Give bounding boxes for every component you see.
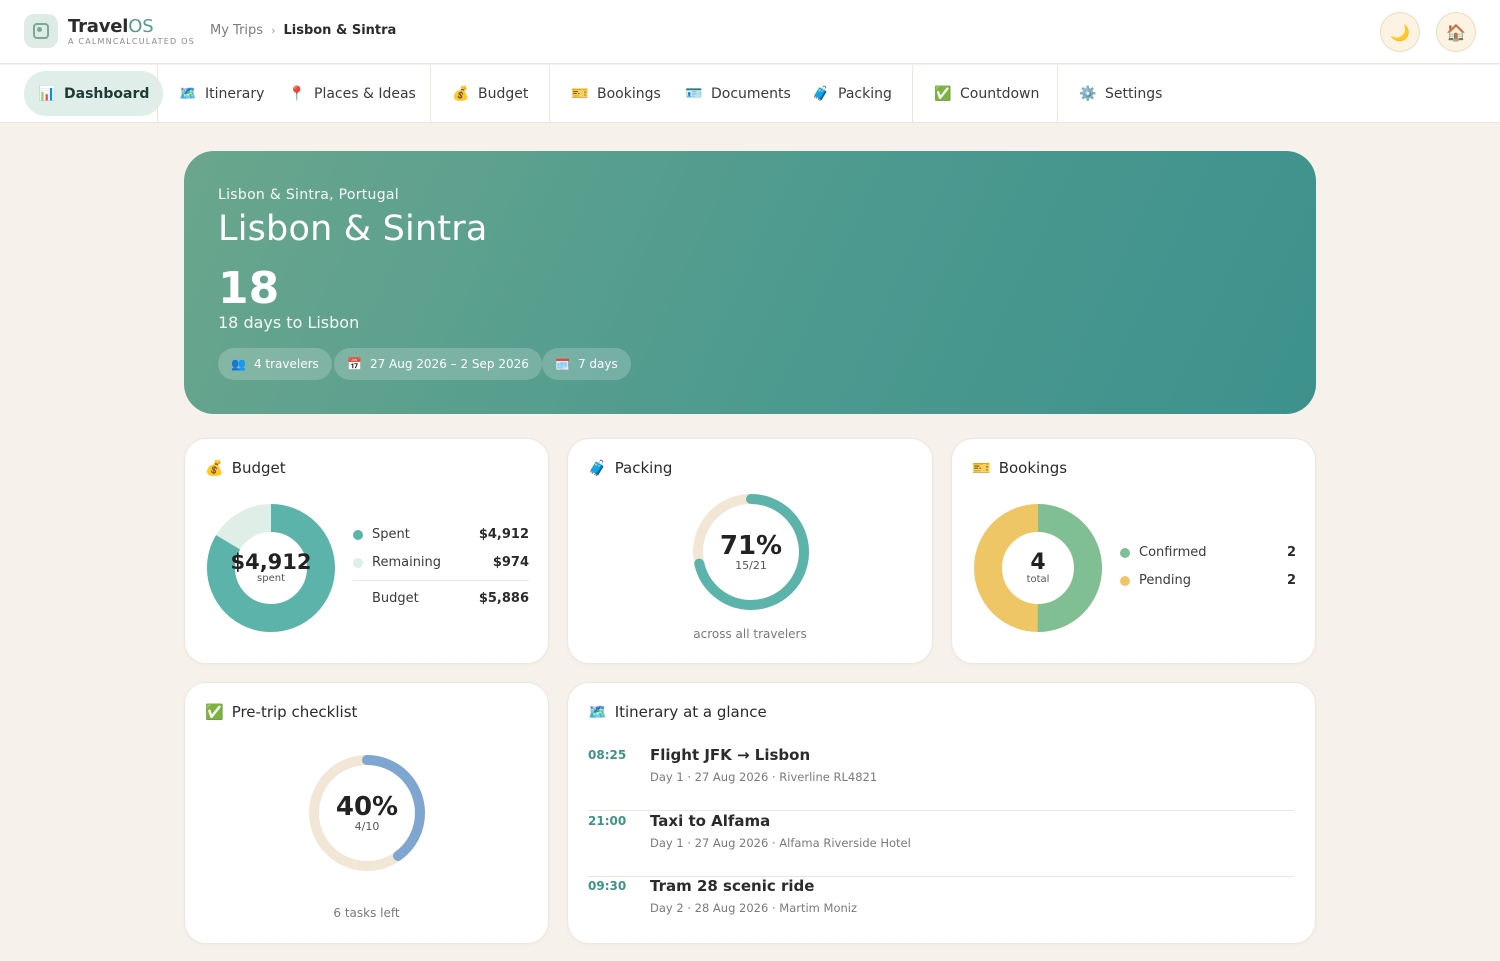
legend-dot xyxy=(1120,575,1130,586)
packing-card[interactable]: 🧳 Packing 71% 15/21 across all travelers xyxy=(567,438,933,664)
itinerary-meta: Day 2 · 28 Aug 2026 · Martim Moniz xyxy=(650,901,858,915)
tab-countdown[interactable]: ✅ Countdown xyxy=(934,71,1039,116)
travelers-pill: 👥 4 travelers xyxy=(218,348,332,380)
tab-budget[interactable]: 💰 Budget xyxy=(452,71,528,116)
tab-places-ideas[interactable]: 📍 Places & Ideas xyxy=(288,71,416,116)
breadcrumb-current: Lisbon & Sintra xyxy=(283,23,397,38)
packing-caption: across all travelers xyxy=(693,627,807,641)
bookings-card[interactable]: 🎫 Bookings 4 total Confirmed 2 Pending 2 xyxy=(951,438,1316,664)
checklist-card[interactable]: ✅ Pre-trip checklist 40% 4/10 6 tasks le… xyxy=(184,682,549,944)
card-title: Packing xyxy=(614,459,673,477)
tab-documents[interactable]: 🪪 Documents xyxy=(685,71,791,116)
legend-confirmed: Confirmed 2 xyxy=(1120,545,1296,560)
map-icon: 🗺️ xyxy=(179,85,197,102)
card-title: Pre-trip checklist xyxy=(231,703,358,721)
itinerary-time: 21:00 xyxy=(588,814,627,828)
itinerary-title: Tram 28 scenic ride xyxy=(650,877,815,895)
countdown-number: 18 xyxy=(218,263,280,314)
id-card-icon: 🪪 xyxy=(685,85,703,102)
map-icon: 🗺️ xyxy=(588,703,607,721)
check-box-icon: ✅ xyxy=(205,703,224,721)
moon-icon[interactable]: 🌙 xyxy=(1380,12,1420,52)
checklist-percent: 40% xyxy=(335,791,399,822)
budget-card[interactable]: 💰 Budget $4,912 spent Spent $4,912 Remai… xyxy=(184,438,549,664)
legend-pending: Pending 2 xyxy=(1120,573,1296,588)
itinerary-meta: Day 1 · 27 Aug 2026 · Alfama Riverside H… xyxy=(650,836,911,850)
legend-spent: Spent $4,912 xyxy=(353,527,529,542)
itinerary-title: Flight JFK → Lisbon xyxy=(650,746,811,764)
money-bag-icon: 💰 xyxy=(452,85,470,102)
itinerary-title: Taxi to Alfama xyxy=(650,812,771,830)
list-item[interactable]: 21:00 Taxi to Alfama Day 1 · 27 Aug 2026… xyxy=(588,812,1294,877)
trip-hero-banner: Lisbon & Sintra, Portugal Lisbon & Sintr… xyxy=(184,151,1316,414)
legend-dot xyxy=(1120,547,1130,558)
calendar-icon: 📅 xyxy=(347,357,362,371)
list-item[interactable]: 08:25 Flight JFK → Lisbon Day 1 · 27 Aug… xyxy=(588,746,1294,811)
app-header: TravelOS A calmncalculated OS My Trips ›… xyxy=(0,0,1500,64)
list-item[interactable]: 09:30 Tram 28 scenic ride Day 2 · 28 Aug… xyxy=(588,877,1294,942)
packing-percent: 71% xyxy=(719,530,783,561)
ticket-icon: 🎫 xyxy=(972,459,991,477)
itinerary-meta: Day 1 · 27 Aug 2026 · Riverline RL4821 xyxy=(650,770,878,784)
budget-spent-label: spent xyxy=(257,573,285,584)
card-title: Itinerary at a glance xyxy=(614,703,767,721)
itinerary-time: 08:25 xyxy=(588,748,627,762)
tab-settings[interactable]: ⚙️ Settings xyxy=(1079,71,1162,116)
trip-title: Lisbon & Sintra xyxy=(218,209,488,249)
breadcrumb-my-trips[interactable]: My Trips xyxy=(210,23,263,38)
itinerary-card[interactable]: 🗺️ Itinerary at a glance 08:25 Flight JF… xyxy=(567,682,1316,944)
pin-icon: 📍 xyxy=(288,85,306,102)
house-icon[interactable]: 🏠 xyxy=(1436,12,1476,52)
main-nav: 📊 Dashboard 🗺️ Itinerary 📍 Places & Idea… xyxy=(0,65,1500,123)
luggage-icon: 🧳 xyxy=(588,459,607,477)
legend-budget-total: Budget $5,886 xyxy=(372,591,529,606)
duration-pill: 🗓️ 7 days xyxy=(542,348,631,380)
chart-icon: 📊 xyxy=(38,85,56,102)
money-bag-icon: 💰 xyxy=(205,459,224,477)
countdown-label: 18 days to Lisbon xyxy=(218,313,360,332)
tab-bookings[interactable]: 🎫 Bookings xyxy=(571,71,661,116)
itinerary-time: 09:30 xyxy=(588,879,627,893)
tab-itinerary[interactable]: 🗺️ Itinerary xyxy=(179,71,264,116)
check-box-icon: ✅ xyxy=(934,85,952,102)
app-logo[interactable] xyxy=(24,14,58,48)
people-icon: 👥 xyxy=(231,357,246,371)
ticket-icon: 🎫 xyxy=(571,85,589,102)
brand-tagline: A calmncalculated OS xyxy=(68,37,195,46)
bookings-total-label: total xyxy=(1026,573,1050,585)
breadcrumb: My Trips › Lisbon & Sintra xyxy=(210,23,396,38)
legend-dot xyxy=(353,529,363,540)
trip-location: Lisbon & Sintra, Portugal xyxy=(218,187,399,203)
card-title: Budget xyxy=(231,459,286,477)
budget-spent-value: $4,912 xyxy=(230,550,312,574)
legend-dot xyxy=(353,557,363,568)
dates-pill: 📅 27 Aug 2026 – 2 Sep 2026 xyxy=(334,348,542,380)
packing-count: 15/21 xyxy=(735,558,767,572)
chevron-right-icon: › xyxy=(271,24,276,37)
bookings-total-value: 4 xyxy=(1030,549,1046,575)
checklist-caption: 6 tasks left xyxy=(333,906,400,920)
legend-remaining: Remaining $974 xyxy=(353,555,529,570)
checklist-count: 4/10 xyxy=(354,819,380,833)
luggage-icon: 🧳 xyxy=(812,85,830,102)
card-title: Bookings xyxy=(998,459,1068,477)
tab-dashboard[interactable]: 📊 Dashboard xyxy=(24,71,164,116)
brand-name: TravelOS xyxy=(68,16,154,37)
calendar-pad-icon: 🗓️ xyxy=(555,357,570,371)
gear-icon: ⚙️ xyxy=(1079,85,1097,102)
tab-packing[interactable]: 🧳 Packing xyxy=(812,71,892,116)
